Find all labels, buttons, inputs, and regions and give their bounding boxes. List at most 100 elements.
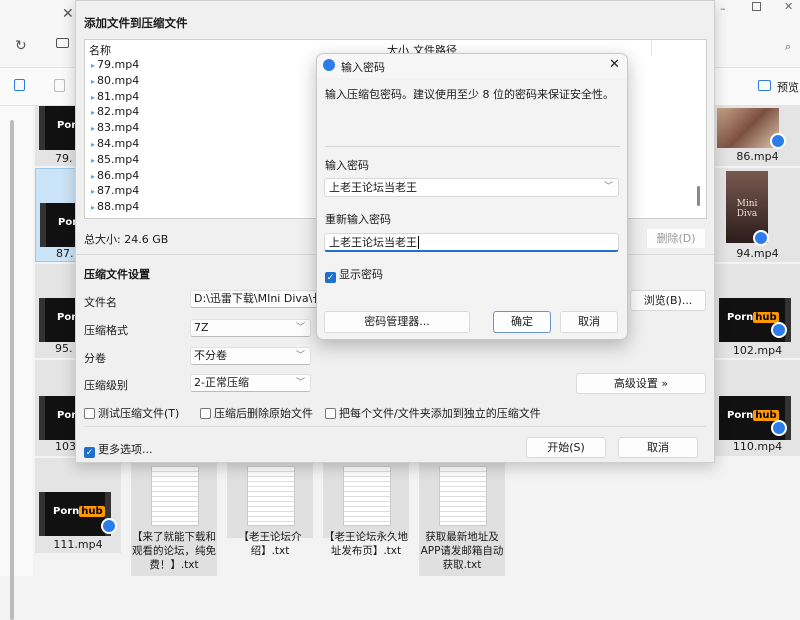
thumb-hub: hub: [79, 506, 105, 517]
preview-pane-icon: [758, 80, 771, 91]
file-row[interactable]: ▸ 82.mp4: [91, 105, 139, 118]
column-name[interactable]: 名称: [89, 42, 111, 58]
nav-scrollbar[interactable]: [10, 120, 14, 620]
document-icon: [439, 466, 487, 526]
password-manager-button[interactable]: 密码管理器...: [324, 311, 470, 333]
close-icon[interactable]: ✕: [609, 57, 620, 72]
file-name: 86.mp4: [97, 168, 140, 182]
thumb-text: Porn: [53, 506, 80, 517]
txt-file-tile[interactable]: 【老王论坛介绍】.txt: [227, 460, 313, 557]
file-name: 79.mp4: [97, 58, 140, 71]
checkbox[interactable]: [200, 408, 211, 419]
password-dialog: 输入密码 ✕ 输入压缩包密码。建议使用至少 8 位的密码来保证安全性。 输入密码…: [316, 53, 628, 340]
chevron-down-icon[interactable]: ﹀: [604, 179, 613, 196]
window-controls: – ✕: [716, 0, 800, 26]
advanced-settings-button[interactable]: 高级设置 »: [576, 373, 706, 394]
checkbox[interactable]: [84, 408, 95, 419]
thumb-text: Porn: [727, 312, 754, 323]
video-file-icon: ▸: [91, 92, 96, 102]
file-label: 102.mp4: [732, 344, 783, 357]
thumb-hub: hub: [753, 312, 779, 323]
file-tile[interactable]: Porn hub 102.mp4: [715, 264, 800, 358]
file-label: 【来了就能下载和观看的论坛，纯免费！】.txt: [132, 531, 216, 571]
volume-value: 不分卷: [194, 349, 227, 362]
file-row[interactable]: ▸ 84.mp4: [91, 137, 139, 150]
file-label: 94.mp4: [736, 247, 779, 260]
file-row[interactable]: ▸ 83.mp4: [91, 121, 139, 134]
level-value: 2-正常压缩: [194, 376, 249, 389]
cancel-button[interactable]: 取消: [618, 437, 698, 458]
dialog-title: 添加文件到压缩文件: [84, 16, 188, 30]
file-label: 获取最新地址及APP请发邮箱自动获取.txt: [420, 531, 504, 571]
file-row[interactable]: ▸ 79.mp4: [91, 58, 139, 71]
chevron-down-icon: ﹀: [295, 351, 305, 361]
ok-button[interactable]: 确定: [493, 311, 551, 333]
close-icon[interactable]: ✕: [784, 0, 793, 13]
file-label: 110.mp4: [732, 440, 783, 453]
file-tile[interactable]: Mini Diva 94.mp4: [715, 168, 800, 262]
confirm-password-input[interactable]: 上老王论坛当老王: [324, 233, 619, 252]
confirm-password-label: 重新输入密码: [325, 213, 391, 226]
file-label: 111.mp4: [53, 538, 103, 551]
separate-archives-checkbox[interactable]: 把每个文件/文件夹添加到独立的压缩文件: [325, 405, 541, 421]
minimize-icon[interactable]: –: [720, 2, 726, 15]
preview-button[interactable]: 预览: [777, 79, 799, 95]
password-label: 输入密码: [325, 159, 369, 172]
filename-input[interactable]: D:\迅雷下载\MIni Diva\长: [190, 290, 320, 308]
thunder-badge-icon: [753, 230, 769, 246]
file-row[interactable]: ▸ 87.mp4: [91, 184, 139, 197]
file-tile[interactable]: Porn hub 110.mp4: [715, 360, 800, 456]
cancel-button[interactable]: 取消: [560, 311, 618, 333]
search-icon[interactable]: ⌕: [785, 40, 791, 54]
more-options-checkbox[interactable]: ✓ 更多选项...: [84, 441, 153, 458]
checkbox-checked[interactable]: ✓: [325, 272, 336, 283]
tab-close-icon[interactable]: ✕: [62, 6, 74, 22]
file-name: 87.mp4: [97, 184, 140, 198]
file-row[interactable]: ▸ 81.mp4: [91, 90, 139, 103]
password-titlebar: 输入密码 ✕: [317, 54, 627, 78]
settings-title: 压缩文件设置: [84, 268, 150, 281]
file-tile[interactable]: 86.mp4: [715, 106, 800, 166]
file-row[interactable]: ▸ 85.mp4: [91, 153, 139, 166]
file-row[interactable]: ▸ 86.mp4: [91, 169, 139, 182]
password-title: 输入密码: [341, 61, 385, 74]
file-tile[interactable]: Porn hub 111.mp4: [35, 458, 121, 553]
format-value: 7Z: [194, 321, 209, 334]
file-row[interactable]: ▸ 80.mp4: [91, 74, 139, 87]
show-password-checkbox[interactable]: ✓ 显示密码: [325, 266, 383, 283]
maximize-icon[interactable]: [752, 2, 761, 11]
text-cursor: [418, 236, 419, 249]
monitor-icon[interactable]: [56, 38, 69, 48]
volume-select[interactable]: 不分卷 ﹀: [190, 347, 311, 365]
thunder-badge-icon: [101, 518, 117, 534]
password-input[interactable]: 上老王论坛当老王 ﹀: [324, 178, 619, 197]
document-icon: [343, 466, 391, 526]
checkbox-checked[interactable]: ✓: [84, 447, 95, 458]
format-select[interactable]: 7Z ﹀: [190, 319, 311, 337]
file-label: 【老王论坛永久地址发布页】.txt: [324, 531, 408, 557]
paste-icon[interactable]: [54, 79, 65, 92]
delete-after-checkbox[interactable]: 压缩后删除原始文件: [200, 405, 313, 421]
refresh-icon[interactable]: ↻: [15, 38, 27, 54]
video-file-icon: ▸: [91, 108, 96, 118]
level-select[interactable]: 2-正常压缩 ﹀: [190, 374, 311, 392]
list-scrollbar[interactable]: [697, 186, 700, 206]
txt-file-tile[interactable]: 【老王论坛永久地址发布页】.txt: [323, 460, 409, 557]
file-name: 83.mp4: [97, 121, 140, 135]
file-row[interactable]: ▸ 88.mp4: [91, 200, 139, 213]
divider: [325, 146, 620, 147]
txt-file-tile[interactable]: 【来了就能下载和观看的论坛，纯免费！】.txt: [131, 460, 217, 576]
total-size: 总大小: 24.6 GB: [84, 233, 169, 246]
checkbox-label: 显示密码: [339, 268, 383, 281]
delete-button[interactable]: 删除(D): [646, 228, 706, 249]
test-archive-checkbox[interactable]: 测试压缩文件(T): [84, 405, 179, 421]
file-name: 80.mp4: [97, 73, 140, 87]
browse-button[interactable]: 浏览(B)...: [630, 290, 706, 311]
thumb-title: Mini Diva: [736, 199, 758, 219]
video-file-icon: ▸: [91, 140, 96, 149]
txt-file-tile[interactable]: 获取最新地址及APP请发邮箱自动获取.txt: [419, 460, 505, 576]
video-file-icon: ▸: [91, 187, 96, 197]
start-button[interactable]: 开始(S): [526, 437, 606, 458]
checkbox[interactable]: [325, 408, 336, 419]
copy-icon[interactable]: [14, 79, 25, 91]
